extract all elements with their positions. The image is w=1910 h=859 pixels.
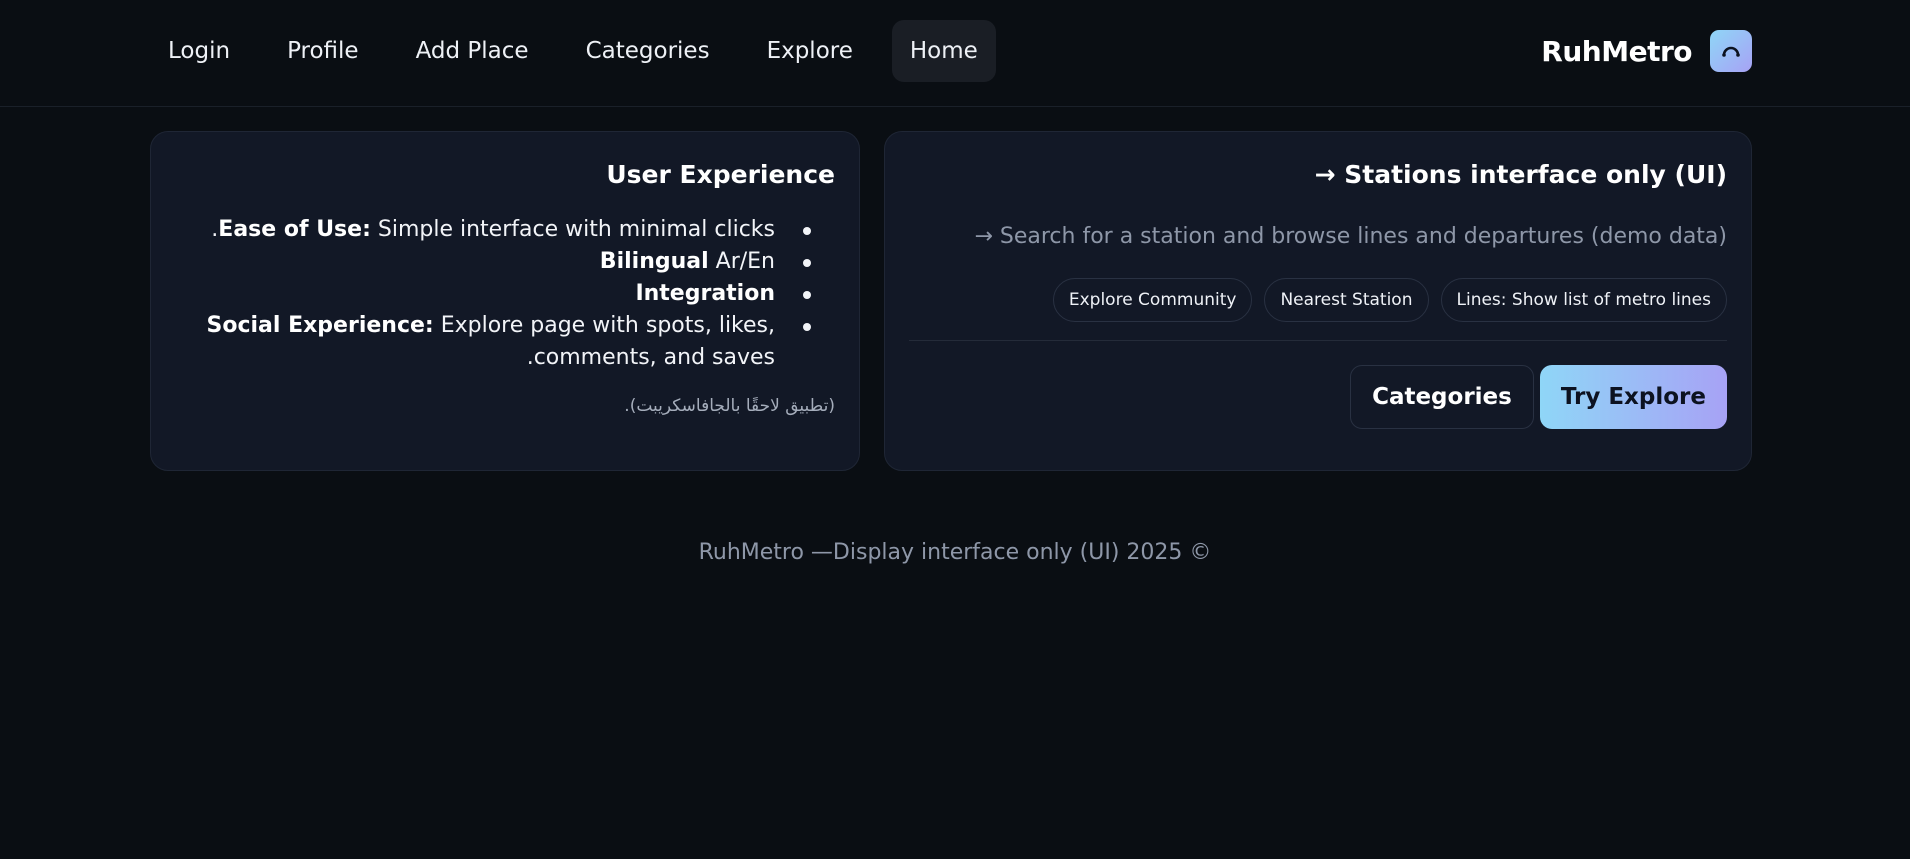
list-item-label: Ease of Use: [218, 217, 371, 242]
stations-card: Stations interface only (UI) → Search fo… [884, 131, 1752, 471]
chip-nearest-station[interactable]: Nearest Station [1264, 278, 1429, 322]
card-actions: Try Explore Categories [909, 365, 1727, 429]
quick-links: Lines: Show list of metro lines Nearest … [909, 278, 1727, 322]
user-experience-list: Ease of Use: Simple interface with minim… [175, 214, 835, 374]
list-item-label: Bilingual [599, 249, 709, 274]
list-item: Bilingual Ar/En [175, 246, 835, 278]
metro-arc-icon [1710, 30, 1752, 72]
list-item: Integration [175, 278, 835, 310]
user-experience-title: User Experience [606, 160, 835, 189]
nav-add-place[interactable]: Add Place [398, 20, 547, 82]
top-navbar: Login Profile Add Place Categories Explo… [0, 0, 1910, 107]
nav-home[interactable]: Home [891, 20, 996, 82]
list-item-label: Social Experience: [206, 313, 434, 338]
footer-text: RuhMetro —Display interface only (UI) 20… [698, 540, 1212, 565]
list-item-text: Explore page with spots, likes, comments… [433, 313, 775, 370]
divider [909, 340, 1727, 341]
list-item: Ease of Use: Simple interface with minim… [175, 214, 835, 246]
nav-explore[interactable]: Explore [749, 20, 871, 82]
list-item: Social Experience: Explore page with spo… [175, 310, 835, 374]
categories-button[interactable]: Categories [1350, 365, 1534, 429]
nav-categories[interactable]: Categories [568, 20, 728, 82]
list-item-label: Integration [635, 281, 775, 306]
main-nav: Login Profile Add Place Categories Explo… [150, 20, 1017, 82]
stations-subtitle: Search for a station and browse lines an… [974, 224, 1727, 249]
stations-title: Stations interface only (UI) → [1314, 160, 1727, 189]
user-experience-card: User Experience Ease of Use: Simple inte… [150, 131, 860, 471]
chip-explore-community[interactable]: Explore Community [1052, 278, 1253, 322]
brand-name: RuhMetro [1541, 34, 1692, 68]
chip-lines[interactable]: Lines: Show list of metro lines [1440, 278, 1727, 322]
list-item-text: Ar/En [708, 249, 775, 274]
nav-login[interactable]: Login [150, 20, 248, 82]
nav-profile[interactable]: Profile [269, 20, 377, 82]
brand[interactable]: RuhMetro [1541, 30, 1752, 72]
try-explore-button[interactable]: Try Explore [1539, 365, 1727, 429]
implementation-note: (تطبيق لاحقًا بالجافاسكريبت). [624, 396, 835, 416]
